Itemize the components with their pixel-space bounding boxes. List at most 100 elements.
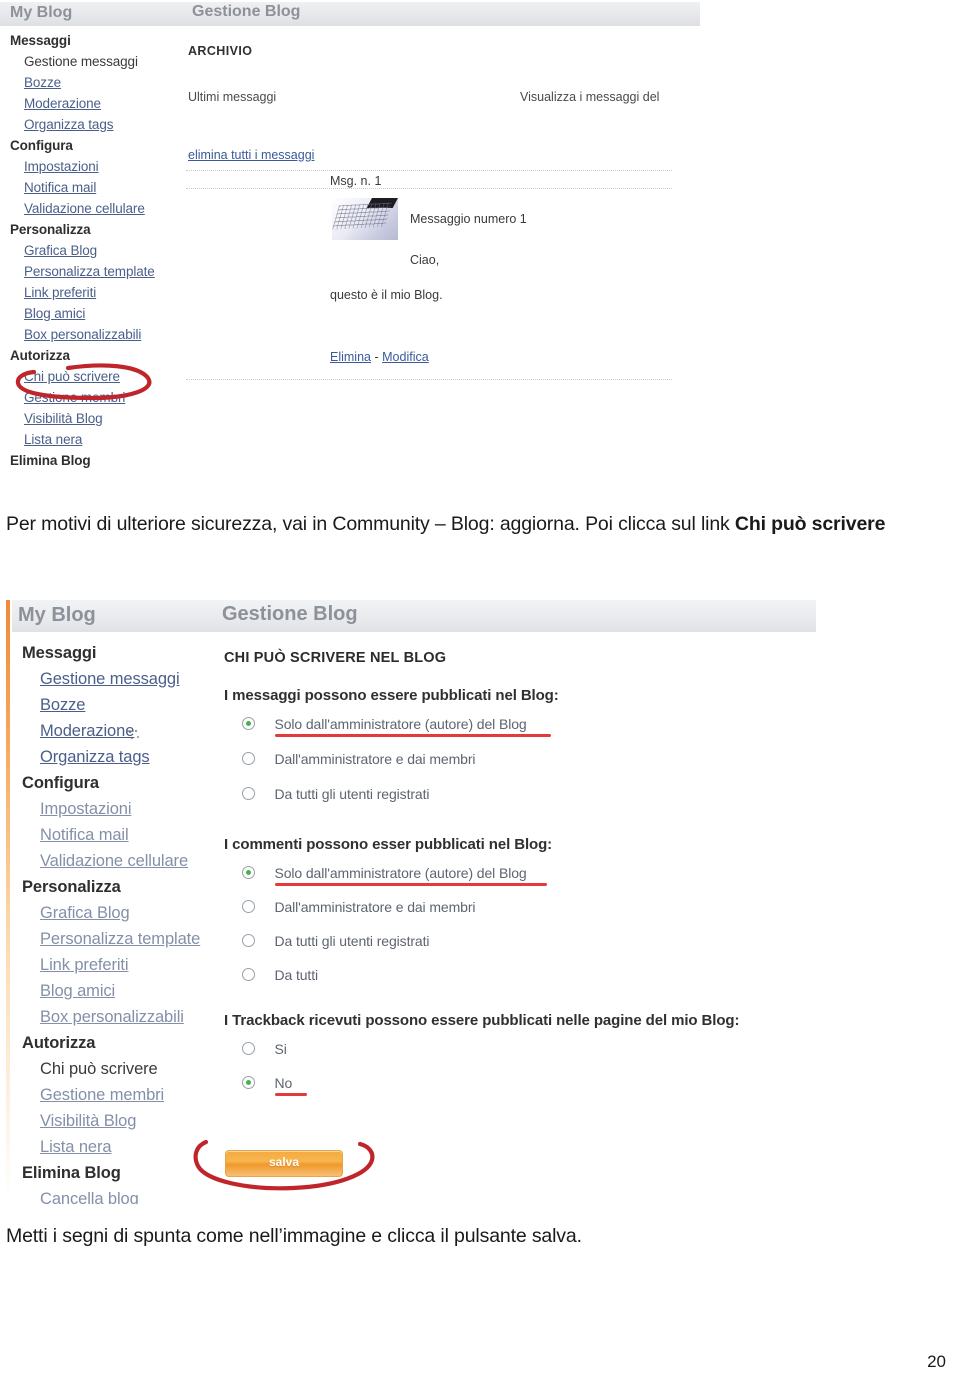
sidebar-item-box-personalizzabili[interactable]: Box personalizzabili	[0, 324, 178, 345]
sidebar-item-link-preferiti[interactable]: Link preferiti	[0, 282, 178, 303]
message-title: Messaggio numero 1	[410, 212, 527, 226]
sidebar2-item-link-preferiti[interactable]: Link preferiti	[12, 952, 216, 978]
sidebar2-head-elimina-blog: Elimina Blog	[22, 1163, 121, 1182]
sidebar-item-organizza-tags[interactable]: Organizza tags	[0, 114, 178, 135]
radio-button-trackback-1[interactable]	[242, 1076, 255, 1090]
caption-paragraph-2: Metti i segni di spunta come nell’immagi…	[6, 1225, 582, 1247]
radio-row-commenti-3[interactable]: Da tutti	[242, 966, 318, 984]
sidebar2-item-bozze[interactable]: Bozze	[12, 692, 216, 718]
radio-label-commenti-0: Solo dall'amministratore (autore) del Bl…	[274, 864, 527, 881]
radio-row-commenti-2[interactable]: Da tutti gli utenti registrati	[242, 932, 430, 950]
sidebar-item-impostazioni[interactable]: Impostazioni	[0, 156, 178, 177]
divider-message-header	[186, 188, 672, 189]
shot2-blog-title: My Blog	[18, 604, 96, 626]
archivio-heading: ARCHIVIO	[188, 44, 253, 58]
radio-label-messaggi-0: Solo dall'amministratore (autore) del Bl…	[274, 715, 527, 732]
sidebar-item-grafica-blog[interactable]: Grafica Blog	[0, 240, 178, 261]
radio-button-messaggi-0[interactable]	[242, 717, 255, 731]
shot1-panel-title: Gestione Blog	[192, 3, 301, 20]
screenshot-chi-puo-scrivere: My Blog Gestione Blog Messaggi Gestione …	[0, 596, 816, 1204]
sidebar-item-gestione-messaggi[interactable]: Gestione messaggi	[0, 51, 178, 72]
radio-row-trackback-1[interactable]: No	[242, 1074, 292, 1092]
sidebar-item-visibilita-blog[interactable]: Visibilità Blog	[0, 408, 178, 429]
sidebar2-item-grafica-blog[interactable]: Grafica Blog	[12, 900, 216, 926]
visualizza-messaggi-label: Visualizza i messaggi del	[520, 90, 660, 104]
sidebar2-item-notifica-mail[interactable]: Notifica mail	[12, 822, 216, 848]
radio-button-messaggi-2[interactable]	[242, 787, 255, 801]
sidebar2-head-autorizza: Autorizza	[22, 1033, 96, 1052]
annotation-underline-messaggi-0	[275, 734, 551, 737]
mouse-cursor-icon	[126, 728, 141, 743]
radio-button-commenti-0[interactable]	[242, 866, 255, 880]
salva-button[interactable]: salva	[225, 1150, 343, 1177]
radio-row-commenti-1[interactable]: Dall'amministratore e dai membri	[242, 898, 476, 916]
sidebar-item-chi-puo-scrivere[interactable]: Chi può scrivere	[0, 366, 178, 387]
sidebar2-item-chi-puo-scrivere[interactable]: Chi può scrivere	[12, 1056, 216, 1082]
sidebar2-item-blog-amici[interactable]: Blog amici	[12, 978, 216, 1004]
sidebar-head-autorizza: Autorizza	[10, 348, 70, 363]
sidebar2-item-impostazioni[interactable]: Impostazioni	[12, 796, 216, 822]
sidebar-item-bozze[interactable]: Bozze	[0, 72, 178, 93]
radio-button-messaggi-1[interactable]	[242, 752, 255, 766]
sidebar2-item-validazione-cellulare[interactable]: Validazione cellulare	[12, 848, 216, 874]
caption1-text: Per motivi di ulteriore sicurezza, vai i…	[6, 513, 735, 535]
sidebar2-item-personalizza-template[interactable]: Personalizza template	[12, 926, 216, 952]
divider-bottom	[186, 379, 672, 380]
screenshot-blog-archive: My Blog Gestione Blog Messaggi Gestione …	[0, 0, 700, 488]
keyboard-photo-thumbnail	[332, 198, 398, 240]
salva-button-label: salva	[268, 1155, 300, 1169]
sidebar-item-lista-nera[interactable]: Lista nera	[0, 429, 178, 450]
shot1-titlebar	[0, 2, 700, 26]
radio-label-messaggi-2: Da tutti gli utenti registrati	[274, 785, 430, 802]
elimina-link[interactable]: Elimina	[330, 350, 371, 364]
section-title-chi-puo-scrivere: CHI PUÒ SCRIVERE NEL BLOG	[224, 650, 447, 666]
sidebar2-item-cancella-blog[interactable]: Cancella blog	[12, 1186, 216, 1205]
radio-label-messaggi-1: Dall'amministratore e dai membri	[274, 750, 476, 767]
sidebar-item-gestione-membri[interactable]: Gestione membri	[0, 387, 178, 408]
sidebar-item-validazione-cellulare[interactable]: Validazione cellulare	[0, 198, 178, 219]
page-number: 20	[927, 1352, 946, 1371]
message-actions: Elimina - Modifica	[330, 350, 429, 364]
shot1-blog-title: My Blog	[10, 4, 73, 21]
radio-button-commenti-2[interactable]	[242, 934, 255, 948]
message-number-label: Msg. n. 1	[330, 174, 382, 188]
sidebar2-item-gestione-messaggi[interactable]: Gestione messaggi	[12, 666, 216, 692]
modifica-link[interactable]: Modifica	[382, 350, 429, 364]
annotation-underline-commenti-0	[275, 883, 547, 886]
annotation-underline-trackback-1	[275, 1093, 307, 1096]
sidebar-item-moderazione[interactable]: Moderazione	[0, 93, 178, 114]
elimina-tutti-messaggi-link[interactable]: elimina tutti i messaggi	[188, 148, 314, 162]
sidebar2-head-messaggi: Messaggi	[22, 643, 97, 662]
sidebar-item-blog-amici[interactable]: Blog amici	[0, 303, 178, 324]
sidebar2-item-box-personalizzabili[interactable]: Box personalizzabili	[12, 1004, 216, 1030]
group-label-trackback: I Trackback ricevuti possono essere pubb…	[224, 1012, 740, 1029]
sidebar-item-personalizza-template[interactable]: Personalizza template	[0, 261, 178, 282]
sidebar-head-configura: Configura	[10, 138, 73, 153]
action-separator: -	[374, 350, 379, 364]
radio-label-trackback-0: Si	[274, 1040, 287, 1057]
radio-row-messaggi-2[interactable]: Da tutti gli utenti registrati	[242, 785, 430, 803]
group-label-messaggi: I messaggi possono essere pubblicati nel…	[224, 687, 559, 704]
sidebar2-item-gestione-membri[interactable]: Gestione membri	[12, 1082, 216, 1108]
sidebar2-item-organizza-tags[interactable]: Organizza tags	[12, 744, 216, 770]
shot2-sidebar: Messaggi Gestione messaggi Bozze Moderaz…	[12, 640, 216, 1205]
shot1-sidebar: Messaggi Gestione messaggi Bozze Moderaz…	[0, 30, 178, 471]
radio-row-commenti-0[interactable]: Solo dall'amministratore (autore) del Bl…	[242, 864, 527, 882]
radio-row-messaggi-1[interactable]: Dall'amministratore e dai membri	[242, 750, 476, 768]
sidebar-item-notifica-mail[interactable]: Notifica mail	[0, 177, 178, 198]
radio-row-messaggi-0[interactable]: Solo dall'amministratore (autore) del Bl…	[242, 715, 527, 733]
sidebar-head-messaggi: Messaggi	[10, 33, 71, 48]
radio-button-trackback-0[interactable]	[242, 1042, 255, 1056]
radio-row-trackback-0[interactable]: Si	[242, 1040, 287, 1058]
radio-button-commenti-3[interactable]	[242, 968, 255, 982]
radio-button-commenti-1[interactable]	[242, 900, 255, 914]
message-greeting: Ciao,	[410, 253, 440, 267]
shot2-left-accent-strip	[6, 600, 10, 1200]
sidebar2-item-moderazione[interactable]: Moderazione	[12, 718, 216, 744]
sidebar2-item-lista-nera[interactable]: Lista nera	[12, 1134, 216, 1160]
shot2-panel-title: Gestione Blog	[222, 603, 358, 625]
sidebar2-item-visibilita-blog[interactable]: Visibilità Blog	[12, 1108, 216, 1134]
radio-label-commenti-1: Dall'amministratore e dai membri	[274, 898, 476, 915]
ultimi-messaggi-label: Ultimi messaggi	[188, 90, 277, 104]
group-label-commenti: I commenti possono esser pubblicati nel …	[224, 836, 553, 853]
